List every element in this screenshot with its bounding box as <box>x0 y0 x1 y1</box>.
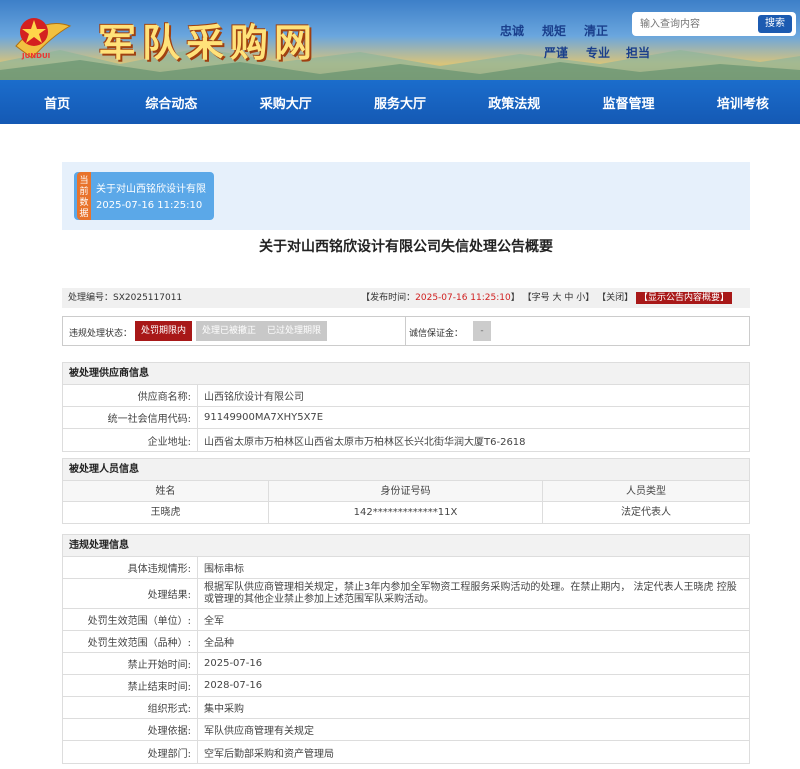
table-row: 供应商名称: 山西铭欣设计有限公司 <box>63 385 749 407</box>
search-button[interactable]: 搜索 <box>758 15 792 33</box>
table-row: 具体违规情形: 围标串标 <box>63 557 749 579</box>
nav-policy[interactable]: 政策法规 <box>457 93 571 112</box>
table-row: 王晓虎 142*************11X 法定代表人 <box>63 502 749 523</box>
credit-code-label: 统一社会信用代码: <box>63 407 198 428</box>
slogan-5: 专业 <box>586 46 611 60</box>
table-row: 处罚生效范围（品种）: 全品种 <box>63 631 749 653</box>
ban-start-value: 2025-07-16 <box>204 658 263 669</box>
col-header-type: 人员类型 <box>626 486 666 497</box>
deposit-label: 诚信保证金： <box>409 329 464 339</box>
table-header-row: 姓名 身份证号码 人员类型 <box>63 481 749 502</box>
result-value: 根据军队供应商管理相关规定，禁止3年内参加全军物资工程服务采购活动的处理。在禁止… <box>204 581 737 605</box>
person-section: 被处理人员信息 姓名 身份证号码 人员类型 王晓虎 142***********… <box>62 458 750 524</box>
person-name: 王晓虎 <box>63 502 269 523</box>
org-form-value: 集中采购 <box>204 704 244 715</box>
department-label: 处理部门: <box>63 741 198 763</box>
nav-training[interactable]: 培训考核 <box>686 93 800 112</box>
table-row: 禁止结束时间: 2028-07-16 <box>63 675 749 697</box>
violation-type-label: 具体违规情形: <box>63 557 198 578</box>
status-label: 违规处理状态： <box>69 329 133 339</box>
result-label: 处理结果: <box>63 579 198 608</box>
slogan-3: 清正 <box>584 24 609 38</box>
basis-value: 军队供应商管理有关规定 <box>204 726 314 737</box>
address-value: 山西省太原市万柏林区山西省太原市万柏林区长兴北街华润大厦T6-2618 <box>204 436 526 448</box>
case-number: 处理编号：SX2025117011 <box>68 288 182 308</box>
org-form-label: 组织形式: <box>63 697 198 718</box>
current-data-banner: 当前数据 关于对山西铭欣设计有限 2025-07-16 11:25:10 <box>62 162 750 230</box>
slogan-6: 担当 <box>626 46 651 60</box>
person-type: 法定代表人 <box>621 507 671 518</box>
table-row: 处罚生效范围（单位）: 全军 <box>63 609 749 631</box>
status-expired[interactable]: 已过处理期限 <box>261 321 328 341</box>
deposit-value: - <box>473 321 491 341</box>
violation-section: 违规处理信息 具体违规情形: 围标串标 处理结果: 根据军队供应商管理相关规定，… <box>62 534 750 764</box>
supplier-name-label: 供应商名称: <box>63 385 198 406</box>
supplier-section-title: 被处理供应商信息 <box>63 363 749 385</box>
department-value: 空军后勤部采购和资产管理局 <box>204 748 334 760</box>
main-nav: 首页 综合动态 采购大厅 服务大厅 政策法规 监督管理 培训考核 <box>0 80 800 124</box>
emblem-text: JUNDUI <box>22 52 51 60</box>
slogan-2: 规矩 <box>542 24 567 38</box>
slogan-1: 忠诚 <box>500 24 525 38</box>
status-in-penalty[interactable]: 处罚期限内 <box>135 321 193 341</box>
table-row: 处理结果: 根据军队供应商管理相关规定，禁止3年内参加全军物资工程服务采购活动的… <box>63 579 749 609</box>
violation-status-row: 违规处理状态： 处罚期限内 处理已被撤正 已过处理期限 诚信保证金： - <box>62 316 750 346</box>
nav-service-hall[interactable]: 服务大厅 <box>343 93 457 112</box>
violation-section-title: 违规处理信息 <box>63 535 749 557</box>
nav-news[interactable]: 综合动态 <box>114 93 228 112</box>
banner-title: 关于对山西铭欣设计有限 <box>96 184 206 195</box>
slogan-4: 严谨 <box>544 46 569 60</box>
scope-unit-value: 全军 <box>204 616 224 627</box>
search-input[interactable] <box>636 14 754 34</box>
person-id: 142*************11X <box>269 502 543 523</box>
table-row: 禁止开始时间: 2025-07-16 <box>63 653 749 675</box>
info-bar: 处理编号：SX2025117011 【发布时间：2025-07-16 11:25… <box>62 288 750 308</box>
close-link[interactable]: 【关闭】 <box>597 293 633 303</box>
nav-home[interactable]: 首页 <box>0 93 114 112</box>
show-summary-button[interactable]: 【显示公告内容概要】 <box>635 292 732 304</box>
supplier-name-value: 山西铭欣设计有限公司 <box>204 392 304 403</box>
case-number-value: SX2025117011 <box>113 293 183 303</box>
status-revoked[interactable]: 处理已被撤正 <box>196 321 263 341</box>
table-row: 组织形式: 集中采购 <box>63 697 749 719</box>
table-row: 统一社会信用代码: 91149900MA7XHY5X7E <box>63 407 749 429</box>
table-row: 处理依据: 军队供应商管理有关规定 <box>63 719 749 741</box>
current-data-card[interactable]: 当前数据 关于对山西铭欣设计有限 2025-07-16 11:25:10 <box>74 172 214 220</box>
person-section-title: 被处理人员信息 <box>63 459 749 481</box>
site-header: JUNDUI 军队采购网 忠诚 规矩 清正 严谨 专业 担当 搜索 <box>0 0 800 80</box>
case-number-label: 处理编号： <box>68 293 114 303</box>
ban-end-value: 2028-07-16 <box>204 680 263 691</box>
search-box: 搜索 <box>632 12 796 36</box>
table-row: 处理部门: 空军后勤部采购和资产管理局 <box>63 741 749 763</box>
scope-category-value: 全品种 <box>204 638 234 649</box>
supplier-section: 被处理供应商信息 供应商名称: 山西铭欣设计有限公司 统一社会信用代码: 911… <box>62 362 750 452</box>
ban-end-label: 禁止结束时间: <box>63 675 198 696</box>
ban-start-label: 禁止开始时间: <box>63 653 198 674</box>
credit-code-value: 91149900MA7XHY5X7E <box>204 412 324 423</box>
scope-category-label: 处罚生效范围（品种）: <box>63 631 198 652</box>
current-data-tag: 当前数据 <box>77 172 91 220</box>
nav-supervision[interactable]: 监督管理 <box>571 93 685 112</box>
address-label: 企业地址: <box>63 429 198 451</box>
publish-time: 2025-07-16 11:25:10 <box>415 293 511 303</box>
site-title: 军队采购网 <box>98 20 319 65</box>
nav-procurement-hall[interactable]: 采购大厅 <box>229 93 343 112</box>
scope-unit-label: 处罚生效范围（单位）: <box>63 609 198 630</box>
info-actions: 【发布时间：2025-07-16 11:25:10】 【字号 大 中 小】 【关… <box>361 288 732 308</box>
table-row: 企业地址: 山西省太原市万柏林区山西省太原市万柏林区长兴北街华润大厦T6-261… <box>63 429 749 451</box>
violation-type-value: 围标串标 <box>204 564 244 575</box>
publish-label: 【发布时间： <box>361 293 416 303</box>
col-header-id: 身份证号码 <box>269 481 543 501</box>
page-title: 关于对山西铭欣设计有限公司失信处理公告概要 <box>259 239 553 255</box>
font-size-control[interactable]: 【字号 大 中 小】 <box>523 293 595 303</box>
banner-date: 2025-07-16 11:25:10 <box>96 200 203 211</box>
status-divider <box>405 317 406 345</box>
col-header-name: 姓名 <box>63 481 269 501</box>
basis-label: 处理依据: <box>63 719 198 740</box>
publish-close: 】 <box>510 293 520 303</box>
